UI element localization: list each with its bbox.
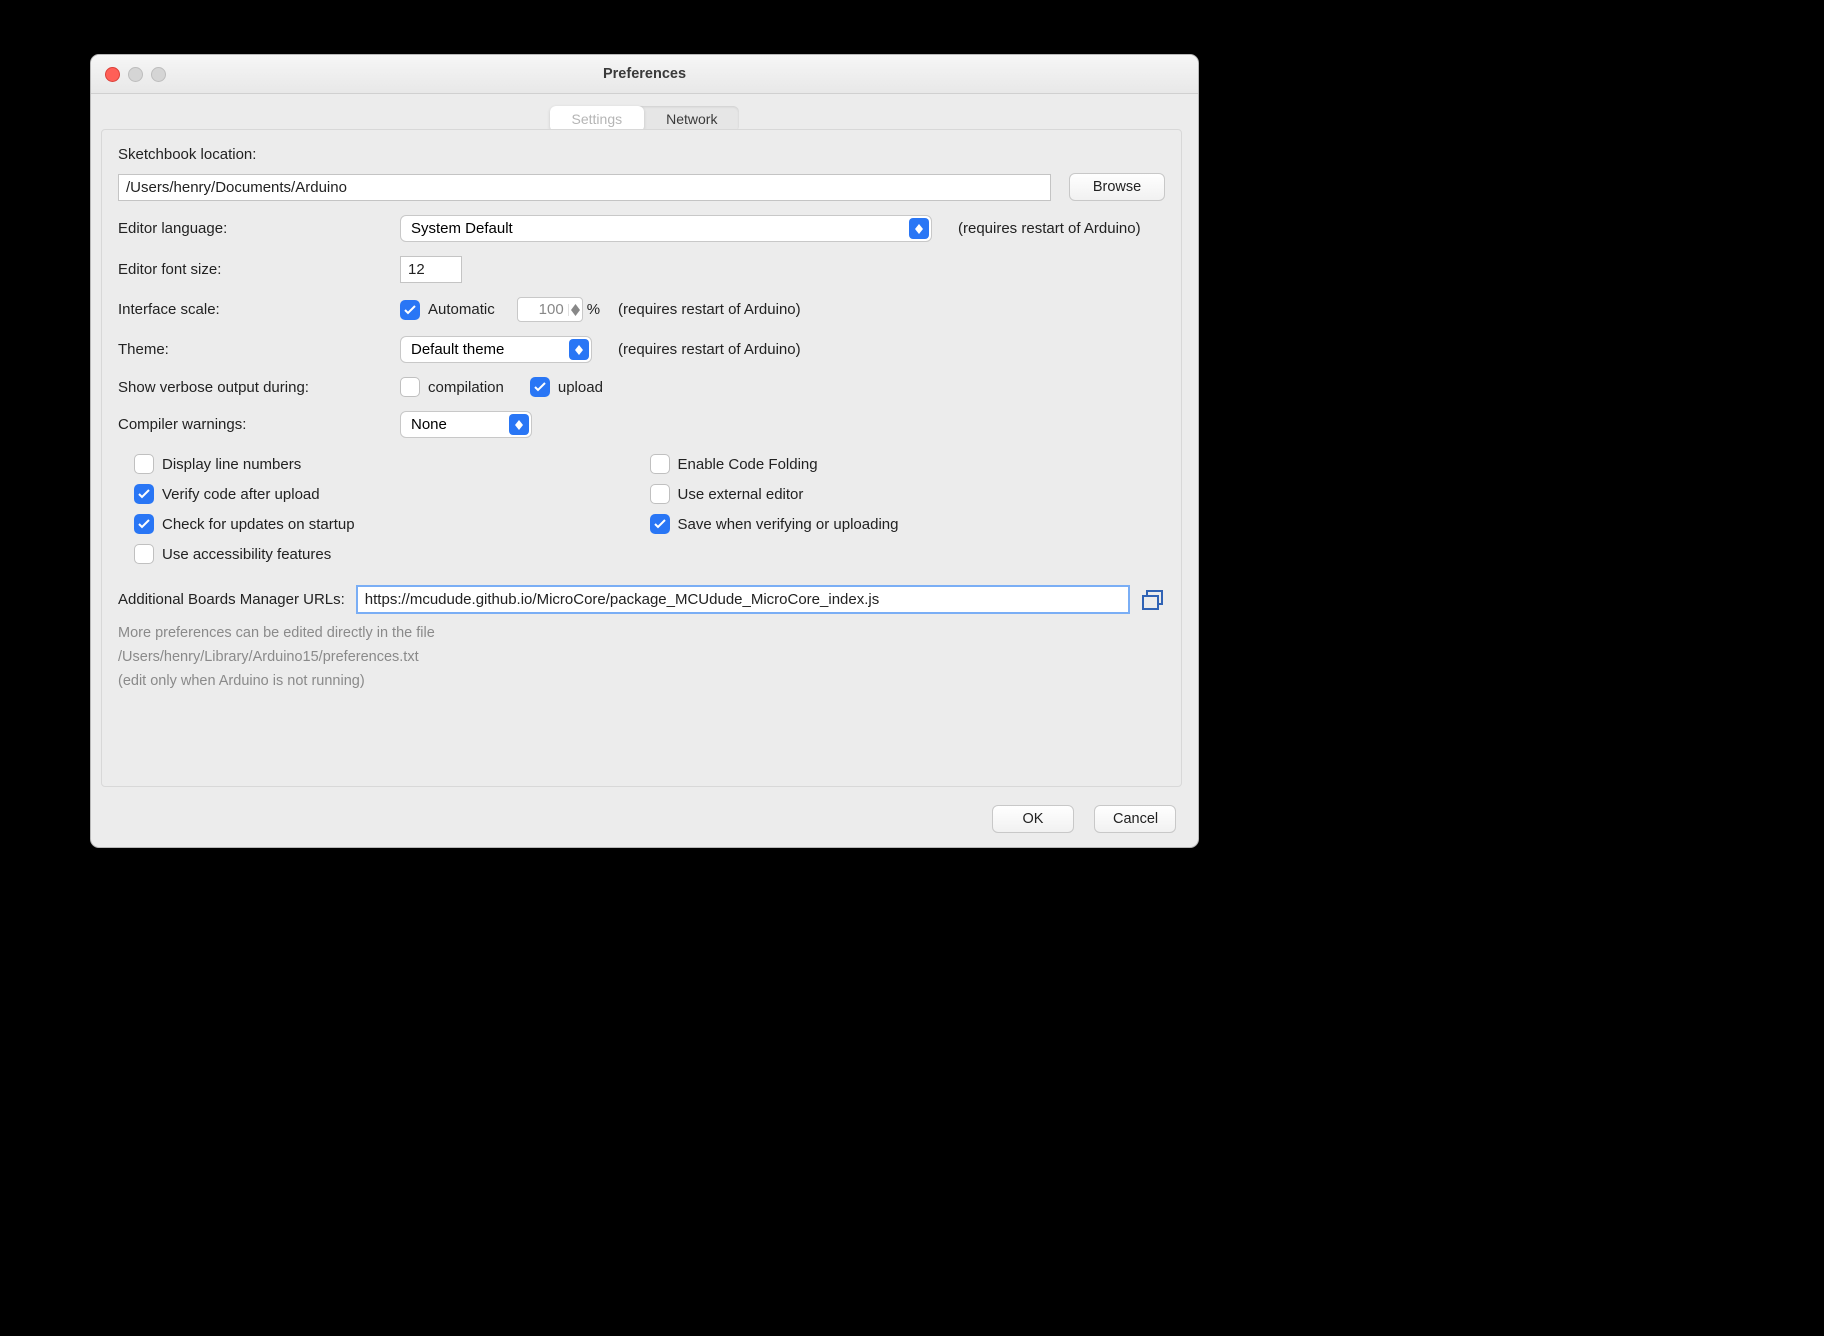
compiler-warnings-value: None bbox=[411, 416, 447, 433]
automatic-checkbox[interactable] bbox=[400, 300, 420, 320]
upload-label: upload bbox=[558, 379, 603, 396]
options-grid: Display line numbers Enable Code Folding… bbox=[134, 454, 1165, 564]
ok-button[interactable]: OK bbox=[992, 805, 1074, 833]
font-size-input[interactable] bbox=[400, 256, 462, 283]
prefs-file-note-1: More preferences can be edited directly … bbox=[118, 625, 1165, 641]
editor-language-note: (requires restart of Arduino) bbox=[958, 220, 1141, 237]
external-editor-label: Use external editor bbox=[678, 486, 804, 503]
chevron-updown-icon bbox=[509, 414, 529, 435]
chevron-updown-icon bbox=[569, 339, 589, 360]
preferences-window: Preferences Settings Network Sketchbook … bbox=[90, 54, 1199, 848]
stepper-arrows-icon[interactable] bbox=[568, 304, 582, 316]
sketchbook-label: Sketchbook location: bbox=[118, 146, 1165, 163]
automatic-label: Automatic bbox=[428, 301, 495, 318]
prefs-file-note-2: (edit only when Arduino is not running) bbox=[118, 673, 1165, 689]
line-numbers-checkbox[interactable] bbox=[134, 454, 154, 474]
percent-label: % bbox=[587, 301, 600, 318]
font-size-label: Editor font size: bbox=[118, 261, 400, 278]
upload-checkbox[interactable] bbox=[530, 377, 550, 397]
scale-value[interactable] bbox=[518, 298, 568, 321]
theme-note: (requires restart of Arduino) bbox=[618, 341, 801, 358]
external-editor-checkbox[interactable] bbox=[650, 484, 670, 504]
prefs-file-path: /Users/henry/Library/Arduino15/preferenc… bbox=[118, 649, 1165, 665]
compilation-label: compilation bbox=[428, 379, 504, 396]
interface-scale-label: Interface scale: bbox=[118, 301, 400, 318]
check-updates-checkbox[interactable] bbox=[134, 514, 154, 534]
browse-button[interactable]: Browse bbox=[1069, 173, 1165, 201]
verify-upload-checkbox[interactable] bbox=[134, 484, 154, 504]
chevron-updown-icon bbox=[909, 218, 929, 239]
compilation-checkbox[interactable] bbox=[400, 377, 420, 397]
theme-value: Default theme bbox=[411, 341, 504, 358]
accessibility-checkbox[interactable] bbox=[134, 544, 154, 564]
cancel-button[interactable]: Cancel bbox=[1094, 805, 1176, 833]
save-verify-label: Save when verifying or uploading bbox=[678, 516, 899, 533]
window-title: Preferences bbox=[91, 66, 1198, 82]
editor-language-value: System Default bbox=[411, 220, 513, 237]
verify-upload-label: Verify code after upload bbox=[162, 486, 320, 503]
code-folding-checkbox[interactable] bbox=[650, 454, 670, 474]
code-folding-label: Enable Code Folding bbox=[678, 456, 818, 473]
scale-stepper[interactable] bbox=[517, 297, 583, 322]
boards-urls-input[interactable] bbox=[357, 586, 1129, 613]
settings-panel: Sketchbook location: Browse Editor langu… bbox=[101, 129, 1182, 787]
accessibility-label: Use accessibility features bbox=[162, 546, 331, 563]
dialog-buttons: OK Cancel bbox=[992, 805, 1176, 833]
editor-language-select[interactable]: System Default bbox=[400, 215, 932, 242]
sketchbook-path-input[interactable] bbox=[118, 174, 1051, 201]
boards-urls-label: Additional Boards Manager URLs: bbox=[118, 591, 345, 608]
line-numbers-label: Display line numbers bbox=[162, 456, 301, 473]
scale-note: (requires restart of Arduino) bbox=[618, 301, 801, 318]
verbose-label: Show verbose output during: bbox=[118, 379, 400, 396]
editor-language-label: Editor language: bbox=[118, 220, 400, 237]
compiler-warnings-label: Compiler warnings: bbox=[118, 416, 400, 433]
theme-select[interactable]: Default theme bbox=[400, 336, 592, 363]
titlebar: Preferences bbox=[91, 55, 1198, 94]
check-updates-label: Check for updates on startup bbox=[162, 516, 355, 533]
expand-urls-button[interactable] bbox=[1141, 588, 1165, 612]
compiler-warnings-select[interactable]: None bbox=[400, 411, 532, 438]
theme-label: Theme: bbox=[118, 341, 400, 358]
save-verify-checkbox[interactable] bbox=[650, 514, 670, 534]
